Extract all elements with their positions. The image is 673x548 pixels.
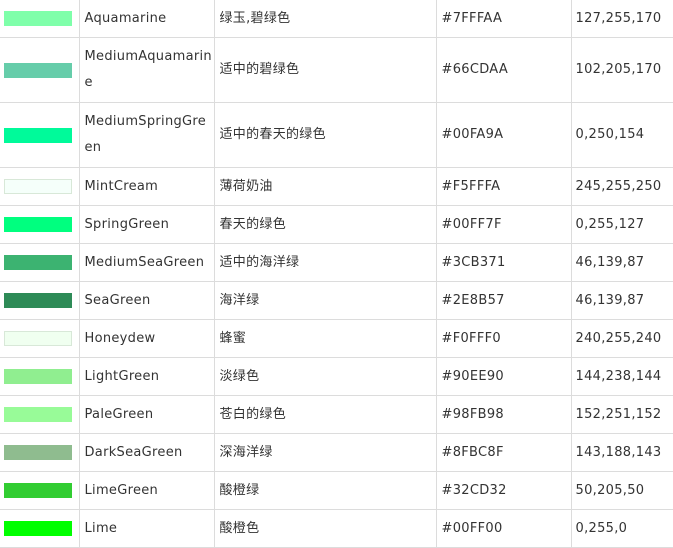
color-name: MediumSeaGreen	[78, 243, 215, 282]
color-chinese-name: 适中的海洋绿	[213, 243, 437, 282]
swatch-cell	[0, 509, 80, 548]
color-swatch	[4, 445, 72, 460]
color-hex: #00FA9A	[435, 102, 572, 168]
color-swatch	[4, 331, 72, 346]
color-chinese-name: 适中的春天的绿色	[213, 102, 437, 168]
color-rgb: 102,205,170	[570, 37, 673, 103]
color-chinese-name: 深海洋绿	[213, 433, 437, 472]
color-rgb: 0,255,127	[570, 205, 673, 244]
color-hex: #F0FFF0	[435, 319, 572, 358]
color-swatch	[4, 217, 72, 232]
color-hex: #32CD32	[435, 471, 572, 510]
swatch-cell	[0, 0, 80, 38]
color-rgb: 50,205,50	[570, 471, 673, 510]
color-rgb: 143,188,143	[570, 433, 673, 472]
color-row: DarkSeaGreen 深海洋绿 #8FBC8F 143,188,143	[0, 433, 673, 472]
color-name: MediumSpringGreen	[78, 102, 215, 168]
color-row: LimeGreen 酸橙绿 #32CD32 50,205,50	[0, 471, 673, 510]
color-rgb: 144,238,144	[570, 357, 673, 396]
color-name: Aquamarine	[78, 0, 215, 38]
color-swatch	[4, 293, 72, 308]
swatch-cell	[0, 243, 80, 282]
swatch-cell	[0, 433, 80, 472]
swatch-cell	[0, 37, 80, 103]
color-rgb: 0,255,0	[570, 509, 673, 548]
color-chinese-name: 酸橙绿	[213, 471, 437, 510]
color-name: SpringGreen	[78, 205, 215, 244]
color-hex: #F5FFFA	[435, 167, 572, 206]
color-swatch	[4, 369, 72, 384]
color-swatch	[4, 11, 72, 26]
color-name: LimeGreen	[78, 471, 215, 510]
color-hex: #90EE90	[435, 357, 572, 396]
color-chinese-name: 苍白的绿色	[213, 395, 437, 434]
color-hex: #7FFFAA	[435, 0, 572, 38]
color-hex: #8FBC8F	[435, 433, 572, 472]
color-chinese-name: 春天的绿色	[213, 205, 437, 244]
color-row: SeaGreen 海洋绿 #2E8B57 46,139,87	[0, 281, 673, 320]
color-hex: #00FF7F	[435, 205, 572, 244]
color-chinese-name: 绿玉,碧绿色	[213, 0, 437, 38]
color-rgb: 127,255,170	[570, 0, 673, 38]
color-swatch	[4, 255, 72, 270]
color-swatch	[4, 521, 72, 536]
color-name: MediumAquamarine	[78, 37, 215, 103]
color-hex: #66CDAA	[435, 37, 572, 103]
color-table-body: Aquamarine 绿玉,碧绿色 #7FFFAA 127,255,170 Medium…	[0, 0, 673, 548]
color-rgb: 0,250,154	[570, 102, 673, 168]
color-swatch	[4, 483, 72, 498]
color-row: SpringGreen 春天的绿色 #00FF7F 0,255,127	[0, 205, 673, 244]
color-hex: #00FF00	[435, 509, 572, 548]
color-name: MintCream	[78, 167, 215, 206]
swatch-cell	[0, 281, 80, 320]
color-row: PaleGreen 苍白的绿色 #98FB98 152,251,152	[0, 395, 673, 434]
color-swatch	[4, 127, 72, 143]
color-chinese-name: 适中的碧绿色	[213, 37, 437, 103]
color-chinese-name: 蜂蜜	[213, 319, 437, 358]
color-chinese-name: 薄荷奶油	[213, 167, 437, 206]
color-hex: #98FB98	[435, 395, 572, 434]
color-swatch	[4, 62, 72, 78]
swatch-cell	[0, 395, 80, 434]
color-name: Honeydew	[78, 319, 215, 358]
color-hex: #3CB371	[435, 243, 572, 282]
color-hex: #2E8B57	[435, 281, 572, 320]
color-name: DarkSeaGreen	[78, 433, 215, 472]
color-row: Honeydew 蜂蜜 #F0FFF0 240,255,240	[0, 319, 673, 358]
swatch-cell	[0, 357, 80, 396]
color-rgb: 240,255,240	[570, 319, 673, 358]
color-row: MediumSpringGreen 适中的春天的绿色 #00FA9A 0,250,15…	[0, 102, 673, 168]
color-swatch	[4, 407, 72, 422]
color-row: MintCream 薄荷奶油 #F5FFFA 245,255,250	[0, 167, 673, 206]
color-chinese-name: 淡绿色	[213, 357, 437, 396]
color-rgb: 152,251,152	[570, 395, 673, 434]
swatch-cell	[0, 319, 80, 358]
color-row: Aquamarine 绿玉,碧绿色 #7FFFAA 127,255,170	[0, 0, 673, 38]
swatch-cell	[0, 102, 80, 168]
color-swatch	[4, 179, 72, 194]
swatch-cell	[0, 471, 80, 510]
color-name: SeaGreen	[78, 281, 215, 320]
color-name: LightGreen	[78, 357, 215, 396]
color-table: Aquamarine 绿玉,碧绿色 #7FFFAA 127,255,170 Medium…	[0, 0, 673, 548]
swatch-cell	[0, 167, 80, 206]
color-chinese-name: 海洋绿	[213, 281, 437, 320]
color-row: LightGreen 淡绿色 #90EE90 144,238,144	[0, 357, 673, 396]
color-row: MediumSeaGreen 适中的海洋绿 #3CB371 46,139,87	[0, 243, 673, 282]
swatch-cell	[0, 205, 80, 244]
color-rgb: 46,139,87	[570, 281, 673, 320]
color-name: Lime	[78, 509, 215, 548]
color-rgb: 245,255,250	[570, 167, 673, 206]
color-rgb: 46,139,87	[570, 243, 673, 282]
color-chinese-name: 酸橙色	[213, 509, 437, 548]
color-row: Lime 酸橙色 #00FF00 0,255,0	[0, 509, 673, 548]
color-name: PaleGreen	[78, 395, 215, 434]
color-row: MediumAquamarine 适中的碧绿色 #66CDAA 102,205,170	[0, 37, 673, 103]
